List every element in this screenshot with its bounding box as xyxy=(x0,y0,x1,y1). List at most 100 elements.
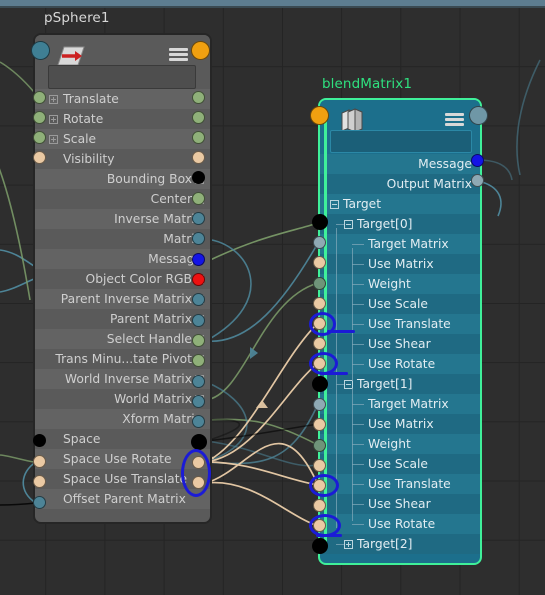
port-out-message[interactable] xyxy=(192,253,205,266)
port-in-translate[interactable] xyxy=(33,91,46,104)
node-menu-icon-blendmatrix1[interactable] xyxy=(445,113,464,128)
port-out-message-blend[interactable] xyxy=(471,154,484,167)
attr-row-use-shear-1[interactable]: Use Shear xyxy=(320,494,480,514)
node-header-blendmatrix1[interactable] xyxy=(320,100,480,153)
port-in-target-matrix-0[interactable] xyxy=(313,236,326,249)
port-out-matrix[interactable] xyxy=(192,232,205,245)
node-name-field-blendmatrix1[interactable] xyxy=(330,130,472,153)
attr-row-use-translate-1[interactable]: Use Translate xyxy=(320,474,480,494)
port-out-output-matrix[interactable] xyxy=(471,174,484,187)
port-in-weight-0[interactable] xyxy=(313,277,326,290)
port-in-target-1[interactable] xyxy=(312,376,328,392)
attr-row-target-1[interactable]: Target[1] xyxy=(320,374,480,394)
port-out-inverse-matrix[interactable] xyxy=(192,212,205,225)
expand-icon[interactable] xyxy=(49,134,58,144)
collapse-icon[interactable] xyxy=(330,199,339,209)
attr-row-select-handle[interactable]: Select Handle xyxy=(35,329,210,349)
port-in-offset-parent-matrix[interactable] xyxy=(33,496,46,509)
attr-row-xform-matrix[interactable]: Xform Matrix xyxy=(35,409,210,429)
attr-row-use-matrix-1[interactable]: Use Matrix xyxy=(320,414,480,434)
node-header-psphere1[interactable] xyxy=(35,35,210,89)
expand-icon[interactable] xyxy=(344,539,353,549)
expand-icon[interactable] xyxy=(49,94,58,104)
port-in-target-2[interactable] xyxy=(312,538,328,554)
port-out-trans-minus-rotate-pivot[interactable] xyxy=(192,354,205,367)
attr-row-use-scale-0[interactable]: Use Scale xyxy=(320,294,480,314)
attr-row-target-0[interactable]: Target[0] xyxy=(320,214,480,234)
attr-row-use-matrix-0[interactable]: Use Matrix xyxy=(320,254,480,274)
attr-row-translate[interactable]: Translate xyxy=(35,89,210,109)
port-out-object-color-rgb[interactable] xyxy=(192,273,205,286)
attr-row-center[interactable]: Center xyxy=(35,189,210,209)
attr-row-use-rotate-1[interactable]: Use Rotate xyxy=(320,514,480,534)
port-out-select-handle[interactable] xyxy=(192,334,205,347)
port-out-visibility[interactable] xyxy=(192,151,205,164)
port-in-use-scale-1[interactable] xyxy=(313,459,326,472)
port-out-parent-inverse-matrix[interactable] xyxy=(192,293,205,306)
port-in-weight-1[interactable] xyxy=(313,439,326,452)
attr-row-use-rotate-0[interactable]: Use Rotate xyxy=(320,354,480,374)
node-body-psphere1[interactable]: Translate Rotate Scale Visibility Boundi… xyxy=(33,33,212,524)
port-in-use-scale-0[interactable] xyxy=(313,297,326,310)
attr-row-visibility[interactable]: Visibility xyxy=(35,149,210,169)
port-in-visibility[interactable] xyxy=(33,151,46,164)
attr-row-use-shear-0[interactable]: Use Shear xyxy=(320,334,480,354)
attr-row-world-inverse-matrix[interactable]: World Inverse Matrix xyxy=(35,369,210,389)
port-in-use-matrix-0[interactable] xyxy=(313,256,326,269)
port-in-use-shear-1[interactable] xyxy=(313,499,326,512)
port-out-translate[interactable] xyxy=(192,91,205,104)
attr-row-parent-matrix[interactable]: Parent Matrix xyxy=(35,309,210,329)
attr-row-message-blend[interactable]: Message xyxy=(320,154,480,174)
attr-row-bounding-box[interactable]: Bounding Box xyxy=(35,169,210,189)
port-out-world-inverse-matrix[interactable] xyxy=(192,375,205,388)
attr-row-target-2[interactable]: Target[2] xyxy=(320,534,480,554)
attr-row-inverse-matrix[interactable]: Inverse Matrix xyxy=(35,209,210,229)
port-out-world-matrix[interactable] xyxy=(192,395,205,408)
tree-line xyxy=(352,244,364,245)
port-in-scale[interactable] xyxy=(33,131,46,144)
attr-row-target-matrix-0[interactable]: Target Matrix xyxy=(320,234,480,254)
attr-row-rotate[interactable]: Rotate xyxy=(35,109,210,129)
port-in-space-use-translate[interactable] xyxy=(33,475,46,488)
port-in-rotate[interactable] xyxy=(33,111,46,124)
port-node-input-blendmatrix1[interactable] xyxy=(310,106,329,125)
attr-row-output-matrix[interactable]: Output Matrix xyxy=(320,174,480,194)
port-in-use-shear-0[interactable] xyxy=(313,337,326,350)
port-out-space[interactable] xyxy=(191,434,207,450)
port-out-center[interactable] xyxy=(192,192,205,205)
port-in-target-matrix-1[interactable] xyxy=(313,398,326,411)
attr-row-scale[interactable]: Scale xyxy=(35,129,210,149)
port-in-space[interactable] xyxy=(33,434,46,447)
attr-row-space[interactable]: Space xyxy=(35,429,210,449)
attr-row-message[interactable]: Message xyxy=(35,249,210,269)
port-node-output-psphere1[interactable] xyxy=(191,41,210,60)
attr-row-matrix[interactable]: Matrix xyxy=(35,229,210,249)
attr-row-offset-parent-matrix[interactable]: Offset Parent Matrix xyxy=(35,489,210,509)
port-out-scale[interactable] xyxy=(192,131,205,144)
attr-row-use-scale-1[interactable]: Use Scale xyxy=(320,454,480,474)
port-node-output-blendmatrix1[interactable] xyxy=(469,106,488,125)
port-out-bounding-box[interactable] xyxy=(192,171,205,184)
port-in-target-0[interactable] xyxy=(312,214,328,230)
expand-icon[interactable] xyxy=(49,114,58,124)
port-out-rotate[interactable] xyxy=(192,111,205,124)
port-in-use-matrix-1[interactable] xyxy=(313,418,326,431)
port-out-parent-matrix[interactable] xyxy=(192,314,205,327)
node-name-field-psphere1[interactable] xyxy=(48,65,196,89)
attr-row-weight-0[interactable]: Weight xyxy=(320,274,480,294)
attr-row-object-color-rgb[interactable]: Object Color RGB xyxy=(35,269,210,289)
port-node-input-psphere1[interactable] xyxy=(31,41,50,60)
attr-label: Parent Inverse Matrix xyxy=(60,292,192,306)
attr-row-trans-minus-rotate-pivot[interactable]: Trans Minu...tate Pivot xyxy=(35,349,210,369)
port-out-xform-matrix[interactable] xyxy=(192,415,205,428)
port-in-space-use-rotate[interactable] xyxy=(33,455,46,468)
node-menu-icon-psphere1[interactable] xyxy=(169,48,188,63)
node-editor-canvas[interactable]: pSphere1 Translate Rotate Scale Visibili… xyxy=(0,0,545,595)
collapse-icon[interactable] xyxy=(344,219,353,229)
attr-row-parent-inverse-matrix[interactable]: Parent Inverse Matrix xyxy=(35,289,210,309)
attr-row-target-group[interactable]: Target xyxy=(320,194,480,214)
attr-row-target-matrix-1[interactable]: Target Matrix xyxy=(320,394,480,414)
attr-label: Translate xyxy=(63,92,119,106)
attr-row-world-matrix[interactable]: World Matrix xyxy=(35,389,210,409)
attr-row-weight-1[interactable]: Weight xyxy=(320,434,480,454)
